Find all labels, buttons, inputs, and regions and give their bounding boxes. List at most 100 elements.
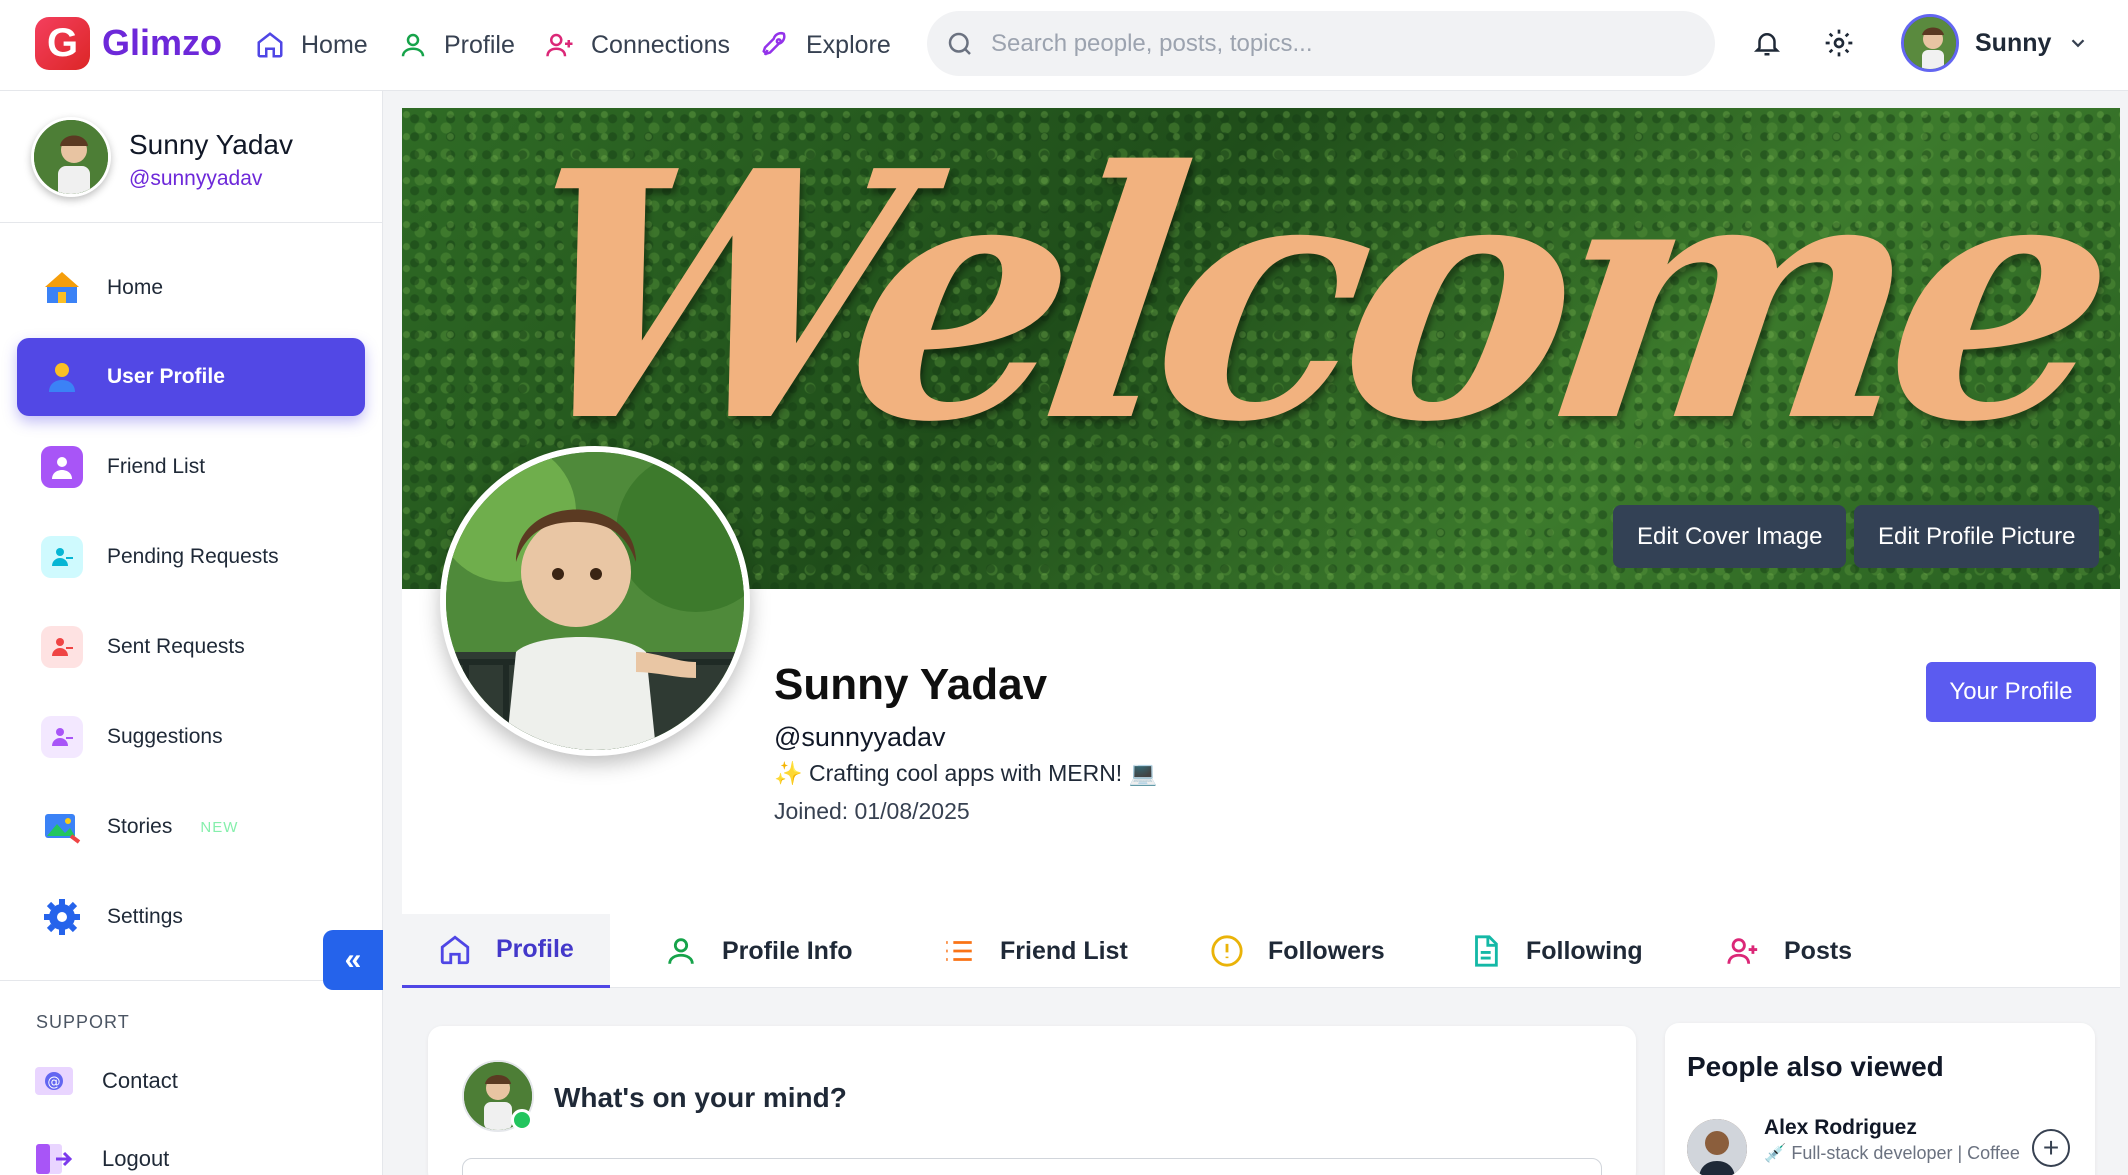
top-navbar: G Glimzo Home Profile Connections Explor…: [0, 0, 2128, 91]
add-friend-button[interactable]: +: [2032, 1129, 2070, 1167]
user-icon: [41, 356, 83, 398]
tab-following[interactable]: Following: [1468, 914, 1643, 988]
tab-profile-info[interactable]: Profile Info: [664, 914, 853, 988]
stories-icon: [41, 806, 83, 848]
tab-posts[interactable]: Posts: [1726, 914, 1852, 988]
sidebar-item-label: Friend List: [107, 455, 206, 478]
alert-circle-icon: [1211, 935, 1243, 967]
nav-explore[interactable]: Explore: [760, 26, 891, 64]
new-badge: NEW: [200, 818, 239, 836]
edit-profile-picture-button[interactable]: Edit Profile Picture: [1854, 505, 2100, 568]
rocket-icon: [762, 32, 786, 56]
tab-friend-list[interactable]: Friend List: [942, 914, 1128, 988]
sidebar-item-contact[interactable]: @ Contact: [34, 1061, 178, 1101]
sidebar-item-user-profile[interactable]: User Profile: [17, 338, 365, 416]
sidebar-item-label: Stories: [107, 815, 173, 838]
tab-followers[interactable]: Followers: [1210, 914, 1385, 988]
user-icon: [668, 938, 694, 964]
sidebar-item-stories[interactable]: Stories NEW: [17, 788, 365, 866]
profile-tabs: Profile Profile Info Friend List Followe…: [402, 914, 2120, 988]
suggested-person-description: 💉 Full-stack developer | Coffee: [1764, 1143, 2020, 1163]
sent-requests-icon: [41, 626, 83, 668]
profile-handle: @sunnyyadav: [774, 722, 946, 752]
sidebar-item-label: Sent Requests: [107, 635, 245, 658]
profile-name: Sunny Yadav: [774, 660, 1048, 709]
sidebar-user-handle: @sunnyyadav: [129, 167, 263, 190]
user-first-name: Sunny: [1975, 28, 2052, 57]
tab-label: Friend List: [1000, 936, 1128, 965]
composer-prompt[interactable]: What's on your mind?: [554, 1082, 847, 1114]
home-icon: [257, 32, 283, 58]
search-input[interactable]: [991, 29, 1671, 58]
sidebar-item-label: User Profile: [107, 365, 225, 388]
list-icon: [946, 941, 972, 961]
sidebar-item-home[interactable]: Home: [17, 249, 365, 327]
suggested-person-name[interactable]: Alex Rodriguez: [1764, 1116, 1917, 1140]
pending-requests-icon: [41, 536, 83, 578]
svg-text:@: @: [48, 1075, 61, 1090]
notifications-button[interactable]: [1749, 25, 1785, 61]
avatar: [1901, 14, 1959, 72]
nav-explore-label: Explore: [806, 30, 891, 59]
people-also-viewed-card: People also viewed Alex Rodriguez 💉 Full…: [1665, 1023, 2095, 1175]
logo-icon[interactable]: G: [35, 17, 90, 70]
sidebar: Sunny Yadav @sunnyyadav Home User Profil…: [0, 91, 383, 1175]
online-status-indicator: [511, 1109, 533, 1131]
user-icon: [401, 33, 425, 57]
home-icon: [41, 267, 83, 309]
chevron-down-icon: [2072, 39, 2085, 48]
collapse-sidebar-button[interactable]: «: [323, 930, 383, 990]
gear-icon: [41, 896, 83, 938]
gear-icon: [1825, 29, 1853, 57]
suggestions-icon: [41, 716, 83, 758]
user-plus-icon: [546, 33, 573, 57]
nav-home-label: Home: [301, 30, 368, 59]
sidebar-user-card[interactable]: Sunny Yadav @sunnyyadav: [0, 91, 383, 223]
sidebar-item-sent-requests[interactable]: Sent Requests: [17, 608, 365, 686]
edit-cover-button[interactable]: Edit Cover Image: [1613, 505, 1847, 568]
sidebar-item-logout[interactable]: Logout: [34, 1139, 169, 1175]
your-profile-button[interactable]: Your Profile: [1926, 662, 2096, 722]
user-plus-icon: [1727, 938, 1758, 964]
nav-profile[interactable]: Profile: [398, 26, 515, 64]
sidebar-item-label: Suggestions: [107, 725, 223, 748]
search-icon: [948, 32, 971, 55]
tab-label: Posts: [1784, 936, 1853, 965]
tab-profile[interactable]: Profile: [402, 914, 610, 988]
cover-text: Welcome: [494, 108, 2120, 497]
sidebar-item-label: Pending Requests: [107, 545, 279, 568]
nav-connections[interactable]: Connections: [545, 26, 730, 64]
profile-bio: ✨ Crafting cool apps with MERN! 💻: [774, 760, 1158, 786]
brand-name[interactable]: Glimzo: [102, 22, 222, 64]
sidebar-item-pending-requests[interactable]: Pending Requests: [17, 518, 365, 596]
tab-label: Profile Info: [722, 936, 853, 965]
user-menu[interactable]: Sunny: [1901, 13, 2089, 73]
profile-header-card: Welcome Edit Cover Image Edit Profile Pi…: [402, 108, 2120, 988]
sidebar-item-settings[interactable]: Settings: [17, 878, 365, 956]
sidebar-item-label: Logout: [102, 1146, 170, 1171]
profile-avatar: [440, 446, 750, 756]
avatar: [31, 117, 111, 197]
nav-profile-label: Profile: [444, 30, 515, 59]
avatar[interactable]: [1687, 1119, 1747, 1175]
sidebar-item-label: Home: [107, 276, 164, 299]
tab-label: Profile: [496, 935, 574, 963]
support-heading: SUPPORT: [36, 1012, 130, 1032]
tab-label: Followers: [1268, 936, 1385, 965]
contact-icon: @: [35, 1067, 73, 1095]
nav-connections-label: Connections: [591, 30, 730, 59]
people-also-viewed-title: People also viewed: [1687, 1051, 1944, 1082]
document-icon: [1475, 935, 1498, 967]
nav-home[interactable]: Home: [255, 26, 368, 64]
tab-label: Following: [1526, 936, 1643, 965]
sidebar-item-suggestions[interactable]: Suggestions: [17, 698, 365, 776]
post-composer-card: What's on your mind?: [428, 1026, 1636, 1175]
friend-list-icon: [41, 446, 83, 488]
bell-icon: [1753, 33, 1781, 56]
settings-button[interactable]: [1821, 25, 1857, 61]
sidebar-item-friend-list[interactable]: Friend List: [17, 428, 365, 506]
composer-input[interactable]: [462, 1158, 1602, 1175]
profile-joined-date: Joined: 01/08/2025: [774, 798, 970, 824]
sidebar-item-label: Contact: [102, 1068, 178, 1093]
sidebar-user-name: Sunny Yadav: [129, 129, 293, 160]
